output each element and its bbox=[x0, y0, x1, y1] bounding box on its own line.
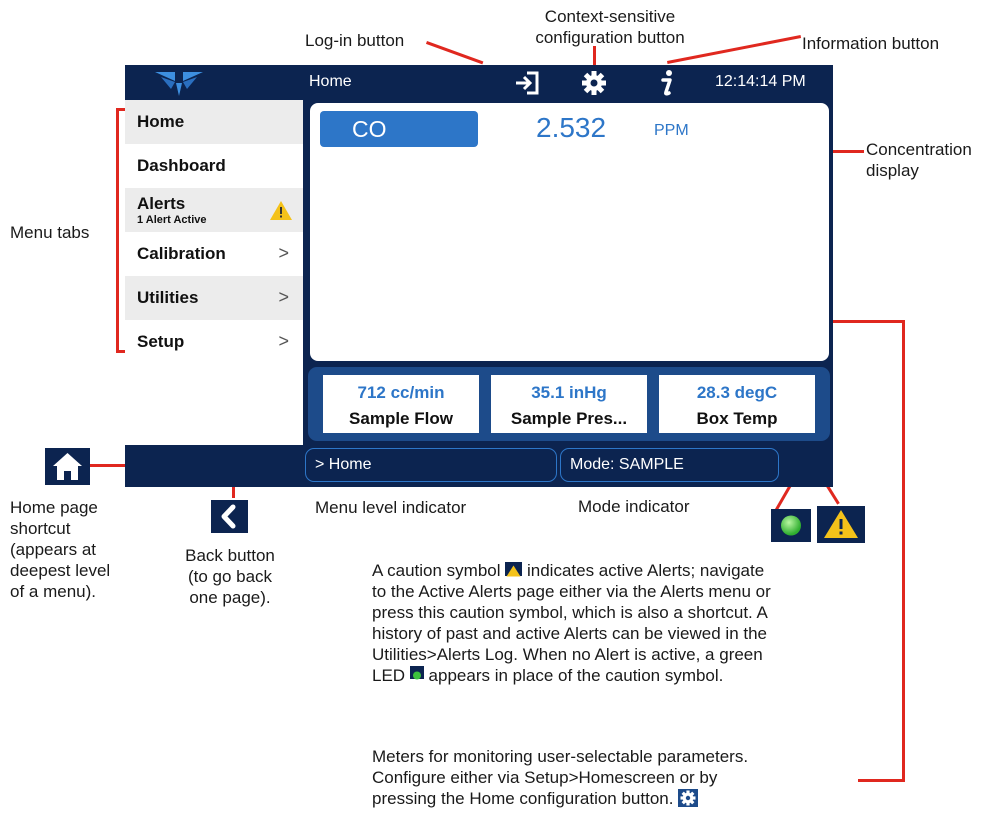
concentration-annotation: Concentration display bbox=[866, 139, 972, 181]
mode-indicator-annotation: Mode indicator bbox=[578, 497, 690, 516]
menu-tab-calibration[interactable]: Calibration > bbox=[125, 232, 303, 276]
info-button-annotation: Information button bbox=[802, 34, 940, 53]
menu-tab-label: Home bbox=[137, 112, 185, 131]
concentration-annotation-line1: Concentration bbox=[866, 140, 972, 159]
alerts-note-line: LED bbox=[372, 666, 406, 685]
menu-tab-label: Alerts bbox=[137, 194, 186, 213]
gas-name-button[interactable]: CO bbox=[320, 111, 478, 147]
meters-note-line: Meters for monitoring user-selectable pa… bbox=[372, 747, 749, 766]
chevron-right-icon: > bbox=[278, 287, 289, 307]
meters-panel: 712 cc/min Sample Flow 35.1 inHg Sample … bbox=[308, 367, 830, 441]
menu-tab-dashboard[interactable]: Dashboard bbox=[125, 144, 303, 188]
menu-tab-label: Dashboard bbox=[137, 156, 226, 175]
menu-tabs-annotation: Menu tabs bbox=[10, 223, 90, 242]
alerts-note-line: A caution symbol bbox=[372, 561, 501, 580]
teledyne-logo-icon bbox=[151, 69, 207, 102]
menu-tab-home[interactable]: Home bbox=[125, 100, 303, 144]
gear-icon[interactable] bbox=[580, 69, 608, 102]
menu-tab-label: Calibration bbox=[137, 244, 226, 263]
warning-icon bbox=[269, 200, 293, 226]
meter-tile[interactable]: 35.1 inHg Sample Pres... bbox=[491, 375, 647, 433]
leader-line bbox=[902, 320, 905, 782]
home-shortcut-annotation: Home page shortcut (appears at deepest l… bbox=[10, 497, 110, 602]
meter-name: Sample Pres... bbox=[510, 409, 628, 428]
alerts-note-line: appears in place of the caution symbol. bbox=[428, 666, 724, 685]
meters-note: Meters for monitoring user-selectable pa… bbox=[372, 746, 892, 809]
bottom-bar: > Home Mode: SAMPLE bbox=[125, 445, 833, 487]
back-button-icon[interactable] bbox=[211, 500, 248, 533]
clock: 12:14:14 PM bbox=[715, 73, 806, 90]
back-button-annotation: Back button (to go back one page). bbox=[165, 545, 295, 608]
alerts-sub-label: 1 Alert Active bbox=[137, 214, 207, 226]
menu-sidebar: Home Dashboard Alerts 1 Alert Active Cal… bbox=[125, 100, 303, 445]
meter-value: 712 cc/min bbox=[357, 383, 445, 402]
menu-tab-setup[interactable]: Setup > bbox=[125, 320, 303, 364]
meter-tile[interactable]: 712 cc/min Sample Flow bbox=[323, 375, 479, 433]
page-title: Home bbox=[309, 73, 352, 90]
meter-name: Sample Flow bbox=[349, 409, 453, 428]
meter-value: 35.1 inHg bbox=[531, 383, 607, 402]
back-annotation-line: Back button bbox=[185, 546, 275, 565]
instrument-screen: Home 12:14:14 PM Home Dashboard Alerts 1… bbox=[125, 65, 833, 487]
leader-line bbox=[858, 779, 905, 782]
config-annotation-line2: configuration button bbox=[535, 28, 685, 47]
breadcrumb[interactable]: > Home bbox=[305, 448, 557, 482]
config-button-annotation: Context-sensitive configuration button bbox=[520, 6, 700, 48]
menu-tab-utilities[interactable]: Utilities > bbox=[125, 276, 303, 320]
alerts-note-line: to the Active Alerts page either via the… bbox=[372, 582, 771, 601]
meter-name: Box Temp bbox=[696, 409, 778, 428]
home-annotation-line: of a menu). bbox=[10, 582, 96, 601]
chevron-right-icon: > bbox=[278, 331, 289, 351]
login-arrow-icon[interactable] bbox=[513, 70, 541, 101]
warning-caution-icon[interactable] bbox=[817, 506, 865, 543]
alerts-note: A caution symbol indicates active Alerts… bbox=[372, 560, 892, 686]
home-annotation-line: Home page bbox=[10, 498, 98, 517]
home-annotation-line: (appears at bbox=[10, 540, 96, 559]
leader-line bbox=[775, 483, 793, 511]
home-annotation-line: shortcut bbox=[10, 519, 71, 538]
meters-note-line: Configure either via Setup>Homescreen or… bbox=[372, 768, 718, 787]
menu-tab-label: Setup bbox=[137, 332, 185, 351]
alerts-note-line: Utilities>Alerts Log. When no Alert is a… bbox=[372, 645, 763, 664]
mode-indicator[interactable]: Mode: SAMPLE bbox=[560, 448, 779, 482]
leader-line bbox=[593, 46, 596, 66]
alerts-note-line: history of past and active Alerts can be… bbox=[372, 624, 768, 643]
leader-line bbox=[116, 108, 119, 353]
login-button-annotation: Log-in button bbox=[305, 31, 405, 50]
concentration-display: CO 2.532 PPM bbox=[310, 103, 829, 361]
green-led-icon[interactable] bbox=[771, 509, 811, 542]
info-icon[interactable] bbox=[655, 68, 677, 103]
concentration-annotation-line2: display bbox=[866, 161, 919, 180]
alerts-note-line: press this caution symbol, which is also… bbox=[372, 603, 768, 622]
meter-tile[interactable]: 28.3 degC Box Temp bbox=[659, 375, 815, 433]
back-annotation-line: one page). bbox=[189, 588, 271, 607]
leader-line bbox=[425, 41, 484, 65]
led-inline-icon bbox=[409, 666, 424, 680]
config-annotation-line1: Context-sensitive bbox=[544, 7, 676, 26]
chevron-right-icon: > bbox=[278, 243, 289, 263]
back-annotation-line: (to go back bbox=[187, 567, 273, 586]
home-annotation-line: deepest level bbox=[10, 561, 111, 580]
top-bar: Home 12:14:14 PM bbox=[125, 65, 833, 100]
alerts-note-line: indicates active Alerts; navigate bbox=[526, 561, 765, 580]
caution-inline-icon bbox=[505, 562, 523, 577]
home-shortcut-icon[interactable] bbox=[45, 448, 90, 485]
gear-inline-icon bbox=[678, 789, 699, 807]
menu-tab-label: Utilities bbox=[137, 288, 199, 307]
concentration-unit: PPM bbox=[654, 122, 689, 139]
menu-level-annotation: Menu level indicator bbox=[315, 498, 467, 517]
menu-tab-alerts[interactable]: Alerts 1 Alert Active bbox=[125, 188, 303, 232]
meter-value: 28.3 degC bbox=[696, 383, 778, 402]
concentration-value: 2.532 bbox=[536, 112, 607, 143]
meters-note-line: pressing the Home configuration button. bbox=[372, 789, 674, 808]
